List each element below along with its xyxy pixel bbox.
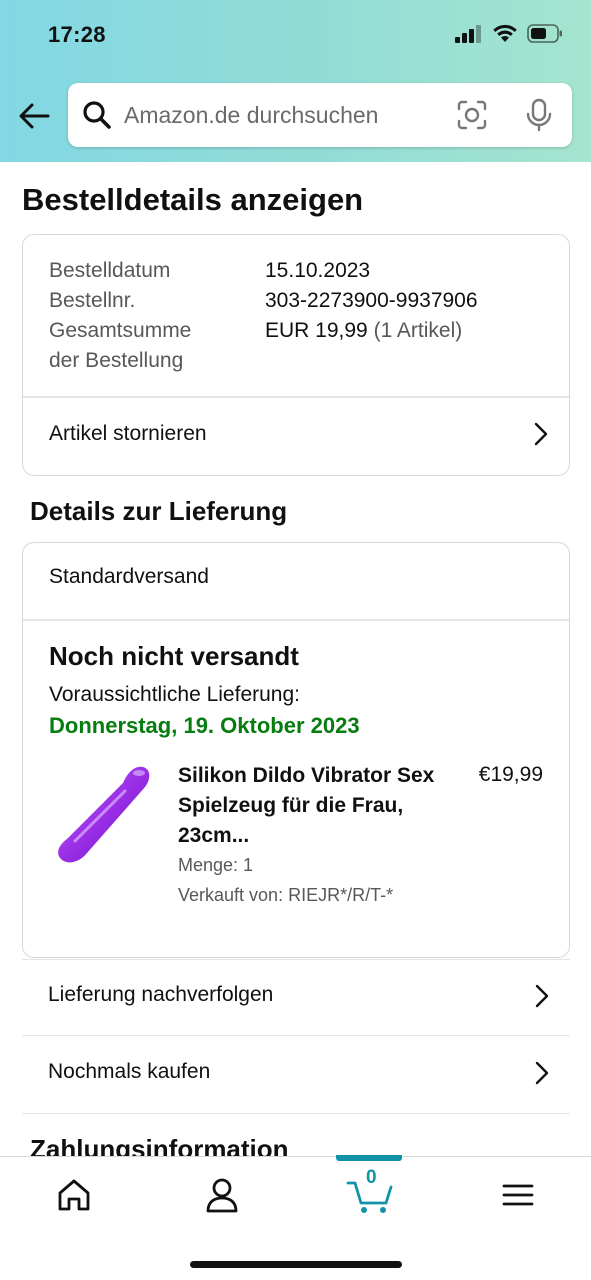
person-icon: [206, 1178, 238, 1213]
order-item-count: (1 Artikel): [373, 319, 463, 342]
buy-again-link[interactable]: Nochmals kaufen: [22, 1037, 570, 1114]
shipping-method: Standardversand: [49, 565, 209, 588]
order-number-value: 303-2273900-9937906: [265, 289, 478, 312]
camera-scan-icon[interactable]: [456, 99, 488, 131]
chevron-right-icon: [535, 984, 549, 1008]
order-date-label: Bestelldatum: [49, 259, 171, 282]
search-input[interactable]: [124, 97, 444, 133]
product-seller: Verkauft von: RIEJR*/R/T-*: [178, 885, 394, 905]
order-number-label: Bestellnr.: [49, 289, 136, 312]
shipment-status: Noch nicht versandt: [49, 641, 299, 671]
eta-date: Donnerstag, 19. Oktober 2023: [49, 713, 360, 738]
chevron-right-icon: [534, 422, 548, 446]
product-image[interactable]: [53, 761, 157, 871]
order-total-label-line1: Gesamtsumme: [49, 319, 192, 342]
cancel-items-link[interactable]: Artikel stornieren: [23, 396, 569, 472]
product-quantity: Menge: 1: [178, 855, 254, 875]
buy-again-label: Nochmals kaufen: [48, 1060, 211, 1083]
active-tab-indicator: [336, 1155, 402, 1161]
home-indicator: [190, 1261, 402, 1268]
product-title[interactable]: Silikon Dildo Vibrator Sex Spielzeug für…: [178, 761, 448, 851]
divider: [23, 619, 569, 621]
eta-label: Voraussichtliche Lieferung:: [49, 683, 300, 706]
wifi-icon: [493, 24, 517, 42]
delivery-card: Standardversand Noch nicht versandt Vora…: [22, 542, 570, 958]
battery-icon: [527, 24, 562, 43]
search-bar[interactable]: [68, 83, 572, 147]
cart-count: 0: [366, 1167, 377, 1188]
search-icon: [83, 101, 111, 129]
status-time: 17:28: [48, 22, 106, 47]
bottom-navigation: 0: [0, 1155, 591, 1280]
order-total-value: EUR 19,99 (1 Artikel): [265, 316, 462, 346]
order-date-value: 15.10.2023: [265, 259, 371, 282]
order-summary-card: Bestelldatum 15.10.2023 Bestellnr. 303-2…: [22, 234, 570, 476]
nav-account[interactable]: [200, 1175, 244, 1215]
track-delivery-link[interactable]: Lieferung nachverfolgen: [22, 959, 570, 1036]
page-title: Bestelldetails anzeigen: [22, 182, 364, 217]
signal-icon: [455, 24, 481, 43]
nav-menu[interactable]: [496, 1175, 540, 1215]
nav-home[interactable]: [52, 1175, 96, 1215]
order-total-amount: EUR 19,99: [265, 319, 368, 342]
product-price: €19,99: [478, 763, 543, 786]
cancel-items-label: Artikel stornieren: [49, 422, 207, 445]
microphone-icon[interactable]: [524, 98, 554, 132]
order-total-label-line2: der Bestellung: [49, 349, 184, 372]
status-icons: [455, 24, 563, 43]
nav-cart[interactable]: 0: [346, 1167, 396, 1215]
home-icon: [58, 1179, 90, 1211]
app-header: 17:28: [0, 0, 591, 162]
chevron-right-icon: [535, 1061, 549, 1085]
back-arrow-icon[interactable]: [16, 100, 52, 132]
delivery-section-title: Details zur Lieferung: [30, 496, 288, 526]
track-delivery-label: Lieferung nachverfolgen: [48, 983, 274, 1006]
hamburger-menu-icon: [502, 1184, 534, 1206]
